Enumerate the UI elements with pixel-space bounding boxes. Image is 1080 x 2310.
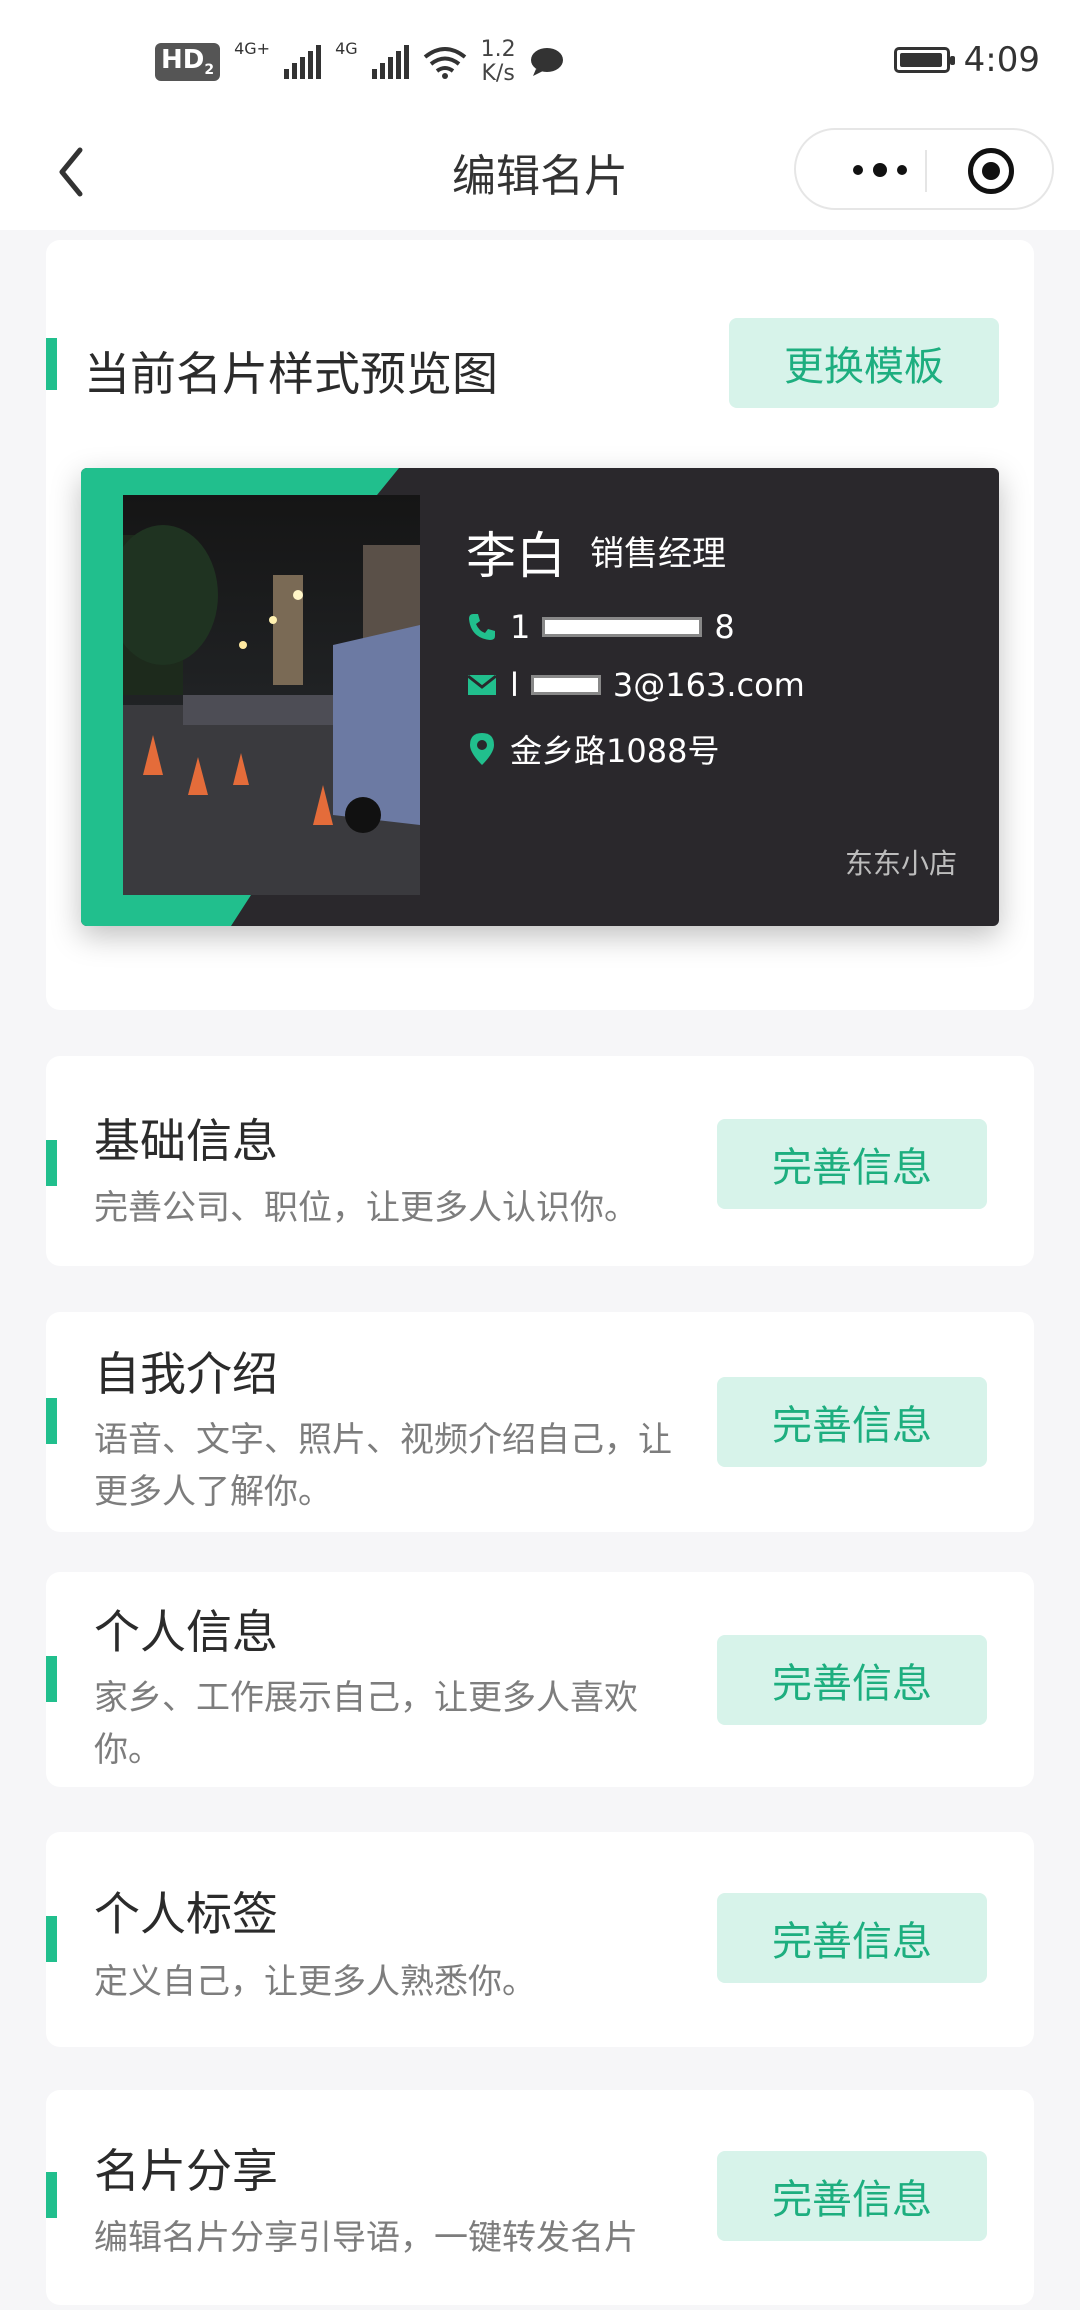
wifi-icon [423, 47, 466, 79]
signal-strength-icon-2 [371, 45, 409, 79]
card-address: 金乡路1088号 [466, 726, 719, 772]
section-desc: 定义自己，让更多人熟悉你。 [94, 1962, 536, 2002]
change-template-button[interactable]: 更换模板 [729, 318, 999, 408]
phone-suffix: 8 [714, 608, 735, 646]
phone-prefix: 1 [510, 608, 531, 646]
complete-info-button-share[interactable]: 完善信息 [717, 2151, 987, 2241]
email-redaction [530, 675, 601, 695]
email-suffix: 3@163.com [612, 666, 805, 704]
complete-info-button-basic[interactable]: 完善信息 [717, 1119, 987, 1209]
email-icon [467, 674, 497, 695]
section-desc: 家乡、工作展示自己，让更多人喜欢你。 [94, 1678, 638, 1770]
section-title: 个人标签 [94, 1887, 278, 1941]
section-accent-bar [46, 338, 57, 390]
card-name: 李白 [466, 527, 566, 585]
capsule-divider [925, 150, 927, 192]
profile-photo [123, 495, 420, 895]
phone-icon [469, 614, 495, 640]
complete-info-button-intro[interactable]: 完善信息 [717, 1377, 987, 1467]
phone-redaction [542, 617, 703, 637]
section-title: 基础信息 [94, 1114, 278, 1168]
signal-label-2: 4G [335, 38, 358, 58]
business-card-preview: 李白 销售经理 1 8 l 3@163.com 金乡路1088号 东东小店 [81, 468, 999, 926]
hd-voice-icon: HD2 [155, 43, 221, 81]
location-pin-icon [470, 733, 494, 765]
section-accent-bar [46, 2172, 57, 2218]
section-accent-bar [46, 1916, 57, 1962]
email-prefix: l [510, 666, 519, 704]
nav-bar: 编辑名片 [0, 120, 1080, 230]
section-desc: 完善公司、职位，让更多人认识你。 [94, 1188, 638, 1228]
network-speed: 1.2 K/s [480, 37, 516, 86]
complete-info-button-personal[interactable]: 完善信息 [717, 1635, 987, 1725]
section-desc: 编辑名片分享引导语，一键转发名片 [94, 2218, 638, 2258]
chat-bubble-icon [530, 48, 563, 76]
card-role: 销售经理 [590, 534, 726, 574]
battery-icon [893, 47, 955, 73]
card-email: l 3@163.com [466, 666, 805, 704]
more-menu-icon[interactable] [830, 152, 930, 188]
section-accent-bar [46, 1140, 57, 1186]
signal-label-1: 4G+ [234, 38, 271, 58]
section-title: 个人信息 [94, 1605, 278, 1659]
card-shop-name: 东东小店 [844, 847, 957, 880]
section-accent-bar [46, 1398, 57, 1444]
section-title: 名片分享 [94, 2144, 278, 2198]
section-accent-bar [46, 1656, 57, 1702]
card-phone: 1 8 [466, 608, 735, 646]
signal-strength-icon [284, 45, 322, 79]
preview-title: 当前名片样式预览图 [84, 347, 498, 401]
close-miniprogram-icon[interactable] [968, 148, 1014, 194]
clock-time: 4:09 [963, 40, 1040, 80]
complete-info-button-tags[interactable]: 完善信息 [717, 1893, 987, 1983]
section-desc: 语音、文字、照片、视频介绍自己，让更多人了解你。 [94, 1420, 672, 1512]
section-title: 自我介绍 [94, 1347, 278, 1401]
address-text: 金乡路1088号 [510, 732, 720, 770]
status-bar: HD2 4G+ 4G 1.2 K/s 4:09 [0, 0, 1080, 120]
miniprogram-capsule [794, 128, 1054, 210]
